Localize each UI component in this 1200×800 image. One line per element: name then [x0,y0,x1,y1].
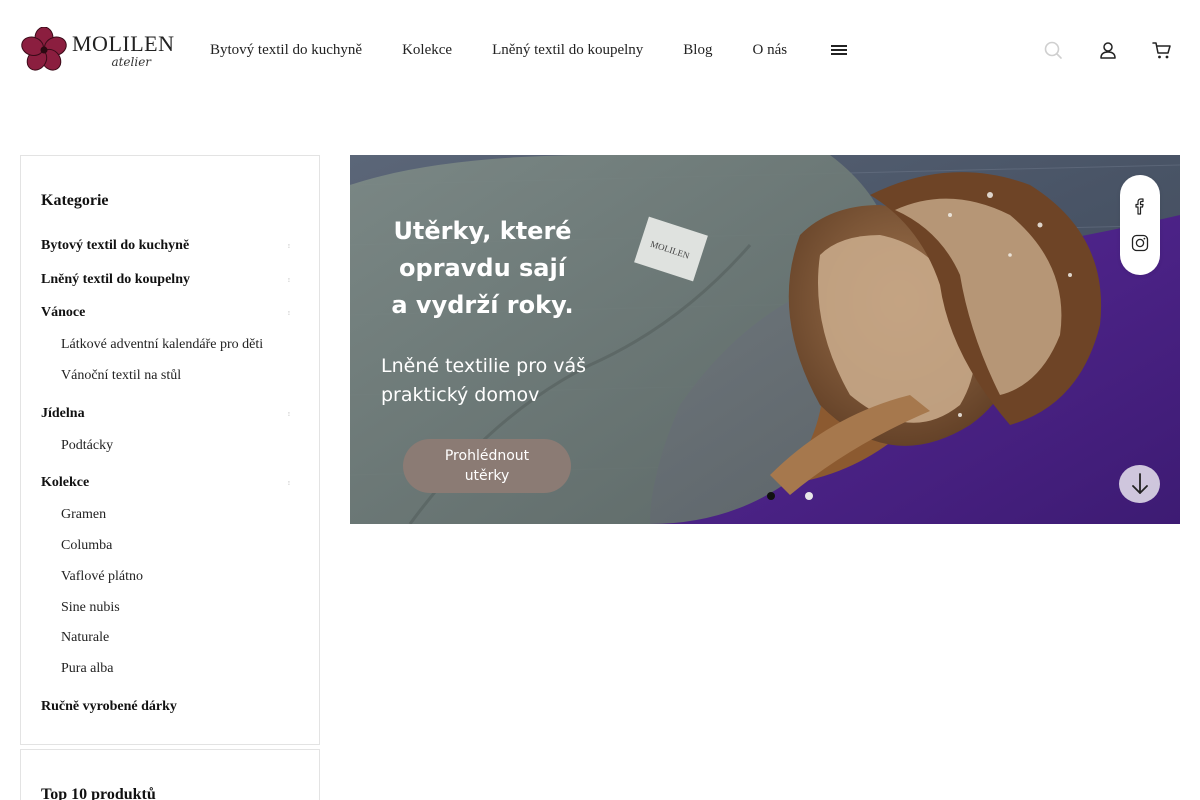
flower-logo-icon [21,27,67,71]
main-nav: Bytový textil do kuchyně Kolekce Lněný t… [210,40,848,60]
subcategory-advent-calendars[interactable]: Látkové adventní kalendáře pro děti [61,337,263,353]
expand-icon[interactable]: ⁝ [288,243,292,250]
subcategory-sine-nubis[interactable]: Sine nubis [61,600,120,616]
nav-item-about[interactable]: O nás [752,42,787,59]
top10-title: Top 10 produktů [41,786,156,800]
subcategory-christmas-table[interactable]: Vánoční textil na stůl [61,368,181,384]
category-dining[interactable]: Jídelna [41,406,85,422]
hero-headline-line: a vydrží roky. [391,291,574,319]
top10-box: Top 10 produktů [20,749,320,800]
nav-item-collections[interactable]: Kolekce [402,42,452,59]
nav-item-blog[interactable]: Blog [683,42,712,59]
slide-dot-2[interactable] [805,492,813,500]
nav-item-bathroom-textile[interactable]: Lněný textil do koupelny [492,42,643,59]
hero-banner[interactable]: MOLILEN Utěrky, které opravdu sají a vyd… [350,155,1180,524]
social-links [1120,175,1160,275]
search-icon[interactable] [1043,40,1063,60]
user-icon[interactable] [1098,40,1118,60]
hero-headline-line: opravdu sají [399,254,566,282]
subcategory-waffle[interactable]: Vaflové plátno [61,569,143,585]
subcategory-gramen[interactable]: Gramen [61,507,106,523]
hero-headline-line: Utěrky, které [393,217,572,245]
subcategory-naturale[interactable]: Naturale [61,630,109,646]
facebook-icon[interactable] [1131,197,1149,215]
hero-subheadline: Lněné textilie pro váš praktický domov [381,352,586,410]
expand-icon[interactable]: ⁝ [288,277,292,284]
category-handmade-gifts[interactable]: Ručně vyrobené dárky [41,699,177,715]
arrow-down-icon [1131,473,1148,494]
subcategory-coasters[interactable]: Podtácky [61,438,113,454]
menu-icon[interactable] [831,45,848,55]
category-christmas[interactable]: Vánoce [41,305,85,321]
category-sidebar: Kategorie Bytový textil do kuchyně ⁝ Lně… [20,155,320,745]
logo-wordmark: MOLILEN atelier [72,30,175,69]
scroll-down-button[interactable] [1119,465,1160,503]
logo-subtitle: atelier [111,54,152,69]
category-bathroom-textile[interactable]: Lněný textil do koupelny [41,272,190,288]
hero-subheadline-line: Lněné textilie pro váš [381,355,587,377]
category-collections[interactable]: Kolekce [41,475,89,491]
cart-icon[interactable] [1152,40,1172,60]
subcategory-pura-alba[interactable]: Pura alba [61,661,113,677]
expand-icon[interactable]: ⁝ [288,310,292,317]
slide-dot-1[interactable] [767,492,775,500]
category-kitchen-textile[interactable]: Bytový textil do kuchyně [41,238,189,254]
subcategory-columba[interactable]: Columba [61,538,112,554]
expand-icon[interactable]: ⁝ [288,480,292,487]
instagram-icon[interactable] [1131,234,1149,252]
hero-subheadline-line: praktický domov [381,384,540,406]
logo[interactable]: MOLILEN atelier [20,27,174,73]
browse-towels-button[interactable]: Prohlédnout utěrky [403,439,571,493]
logo-name: MOLILEN [72,30,175,56]
hero-headline: Utěrky, které opravdu sají a vydrží roky… [380,213,585,324]
sidebar-title: Kategorie [41,192,109,209]
nav-item-kitchen-textile[interactable]: Bytový textil do kuchyně [210,42,362,59]
site-header: MOLILEN atelier Bytový textil do kuchyně… [0,0,1200,100]
expand-icon[interactable]: ⁝ [288,411,292,418]
